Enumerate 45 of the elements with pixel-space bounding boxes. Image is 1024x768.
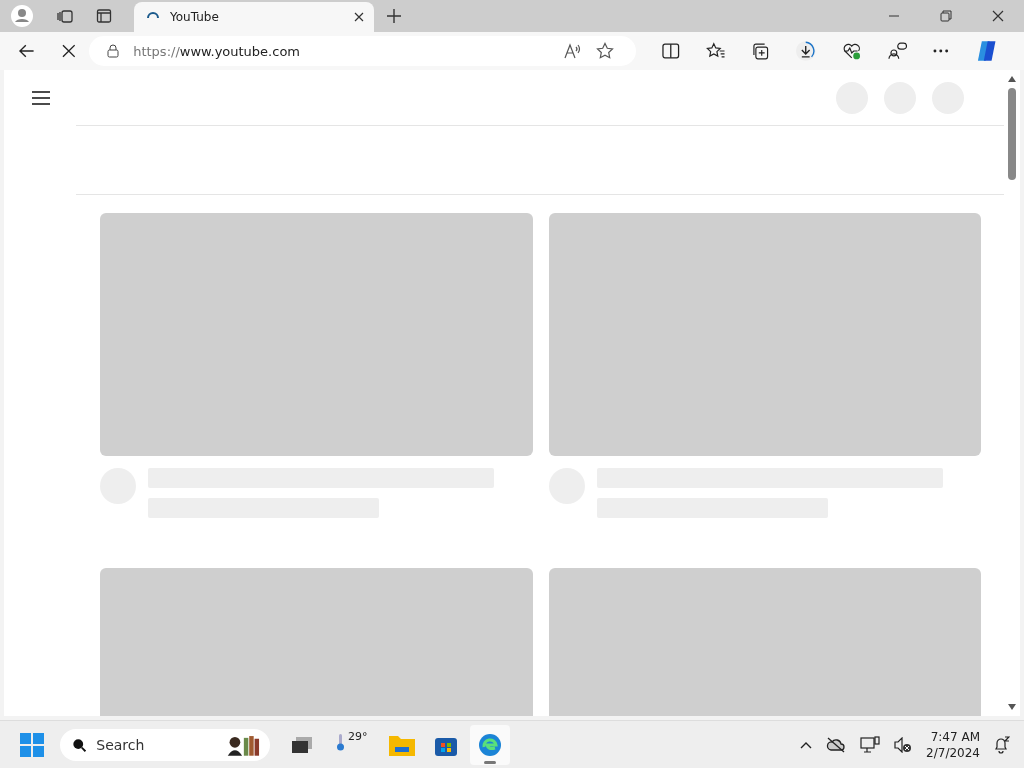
read-aloud-icon[interactable] [564, 43, 582, 59]
tab-actions-icon[interactable] [96, 8, 112, 24]
tab-title: YouTube [170, 10, 220, 24]
profile-icon[interactable] [10, 4, 34, 28]
folder-icon [388, 733, 415, 756]
scrollbar-thumb[interactable] [1008, 88, 1016, 180]
more-icon[interactable] [933, 49, 949, 53]
close-icon[interactable] [354, 12, 364, 22]
lock-icon[interactable] [107, 44, 120, 58]
browser-icon [477, 732, 502, 757]
temperature-text: 29° [348, 729, 368, 743]
menu-icon[interactable] [32, 91, 50, 105]
back-icon[interactable] [18, 42, 36, 60]
new-tab-icon[interactable] [386, 8, 402, 24]
health-icon[interactable] [842, 42, 862, 60]
start-icon[interactable] [20, 732, 44, 757]
clock[interactable]: 7:47 AM 2/7/2024 [926, 728, 980, 761]
search-icon [72, 736, 87, 753]
weather-widget[interactable]: 29° [332, 729, 368, 760]
cloud-off-icon[interactable] [826, 736, 847, 753]
stop-icon[interactable] [61, 44, 76, 58]
date-text: 2/7/2024 [926, 744, 980, 761]
edge-app-button[interactable] [469, 724, 510, 765]
star-icon[interactable] [596, 42, 614, 60]
restore-icon[interactable] [940, 10, 952, 22]
download-icon[interactable] [794, 40, 817, 62]
time-text: 7:47 AM [930, 728, 980, 745]
browser-tab[interactable]: YouTube [134, 2, 374, 32]
people-icon[interactable] [887, 42, 908, 60]
chevron-up-icon[interactable] [800, 740, 813, 749]
scroll-down-icon[interactable] [1008, 704, 1016, 710]
notification-bell-icon[interactable] [994, 735, 1010, 754]
url-text: https://www.youtube.com [133, 43, 300, 59]
search-input[interactable]: Search [96, 736, 217, 753]
windows-icon [292, 736, 312, 753]
search-field[interactable]: Search [60, 728, 270, 761]
workspaces-icon[interactable] [56, 7, 74, 25]
speaker-muted-icon[interactable] [894, 736, 913, 753]
network-icon[interactable] [860, 735, 881, 754]
collections-icon[interactable] [751, 42, 769, 60]
split-screen-icon[interactable] [662, 43, 680, 59]
address-bar[interactable]: https://www.youtube.com [89, 36, 636, 66]
close-icon[interactable] [992, 10, 1004, 22]
scroll-up-icon[interactable] [1008, 76, 1016, 82]
favorites-icon[interactable] [705, 42, 726, 60]
